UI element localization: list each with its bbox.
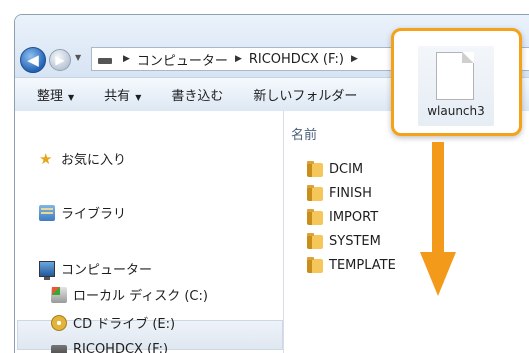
arrow-shaft — [432, 142, 444, 258]
folder-row-system[interactable]: SYSTEM — [307, 232, 381, 249]
forward-arrow-icon: ▶ — [55, 53, 65, 67]
recent-pages-dropdown[interactable]: ▼ — [75, 53, 81, 62]
chevron-right-icon[interactable]: ▶ — [123, 54, 130, 64]
folder-icon — [307, 184, 323, 201]
chevron-right-icon[interactable]: ▶ — [235, 54, 242, 64]
share-button[interactable]: 共有 ▼ — [86, 85, 153, 104]
nav-item-computer[interactable]: コンピューター — [39, 259, 152, 280]
new-folder-button[interactable]: 新しいフォルダー — [235, 85, 369, 104]
file-item-wlaunch3[interactable]: wlaunch3 — [418, 46, 494, 126]
nav-item-favorites[interactable]: ★ お気に入り — [39, 149, 126, 169]
back-button[interactable]: ◀ — [20, 47, 46, 73]
dragged-file-callout: wlaunch3 — [391, 28, 522, 136]
file-name-label: wlaunch3 — [427, 104, 485, 118]
cd-drive-icon — [51, 314, 67, 331]
back-arrow-icon: ◀ — [27, 51, 39, 69]
arrow-head — [420, 252, 456, 296]
forward-button[interactable]: ▶ — [49, 49, 71, 71]
folder-row-import[interactable]: IMPORT — [307, 208, 378, 225]
chevron-right-icon[interactable]: ▶ — [351, 54, 358, 64]
folder-row-template[interactable]: TEMPLATE — [307, 256, 396, 273]
library-icon — [39, 204, 55, 221]
burn-button[interactable]: 書き込む — [153, 85, 235, 104]
file-list-pane — [284, 111, 529, 353]
nav-item-local-disk[interactable]: ローカル ディスク (C:) — [51, 285, 208, 304]
local-disk-icon — [51, 286, 67, 303]
folder-icon — [307, 208, 323, 225]
folder-icon — [307, 160, 323, 177]
breadcrumb-ricohdcx[interactable]: RICOHDCX (F:) — [249, 52, 344, 67]
down-arrow-icon — [420, 142, 456, 296]
breadcrumb-computer[interactable]: コンピューター — [137, 50, 228, 69]
star-icon: ★ — [39, 149, 53, 168]
drive-icon — [98, 58, 112, 64]
column-header-name[interactable]: 名前 — [291, 124, 317, 143]
organize-button[interactable]: 整理 ▼ — [15, 85, 86, 104]
folder-icon — [307, 256, 323, 273]
folder-row-finish[interactable]: FINISH — [307, 184, 372, 201]
chevron-down-icon: ▼ — [135, 93, 142, 102]
folder-icon — [307, 232, 323, 249]
nav-item-libraries[interactable]: ライブラリ — [39, 203, 126, 222]
navigation-pane: ★ お気に入り ライブラリ コンピューター ローカル ディスク (C:) CD … — [15, 111, 284, 353]
computer-icon — [39, 260, 55, 280]
document-fold-icon — [462, 52, 474, 63]
nav-item-ricohdcx[interactable]: RICOHDCX (F:) — [51, 341, 168, 353]
nav-item-cd-drive[interactable]: CD ドライブ (E:) — [51, 313, 175, 332]
folder-row-dcim[interactable]: DCIM — [307, 160, 363, 177]
chevron-down-icon: ▼ — [68, 93, 75, 102]
